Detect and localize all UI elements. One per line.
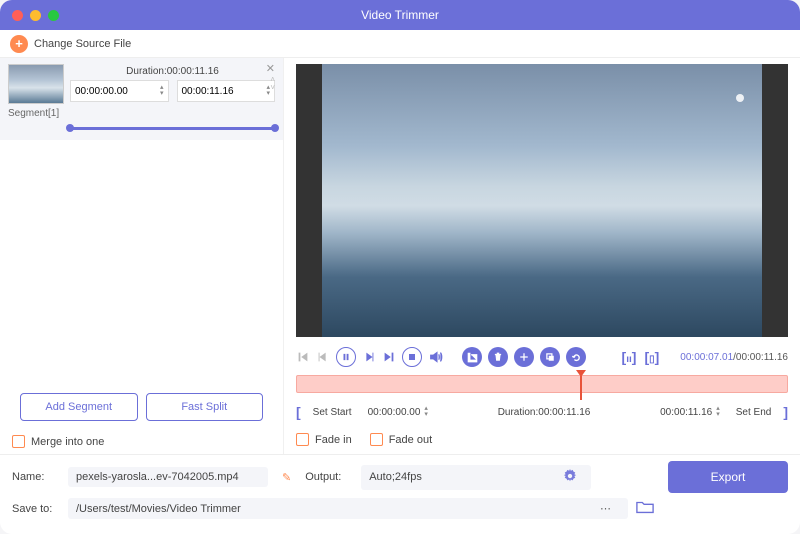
stepper-icon[interactable]: ▴▾ — [160, 85, 164, 97]
change-source-button[interactable]: Change Source File — [34, 38, 131, 50]
playback-controls: [ıı] [▯] 00:00:07.01/00:00:11.16 — [296, 343, 788, 371]
add-segment-button[interactable]: Add Segment — [20, 393, 138, 421]
export-button[interactable]: Export — [668, 461, 788, 493]
video-preview — [296, 64, 788, 337]
close-icon[interactable]: ✕ — [266, 62, 275, 75]
segment-item[interactable]: ✕ ˄˅ Duration:00:00:11.16 00:00:00.00▴▾ … — [0, 58, 283, 140]
timecode: 00:00:07.01/00:00:11.16 — [680, 352, 788, 363]
range-end-input[interactable]: 00:00:11.16▴▾ — [656, 403, 724, 421]
save-path-field[interactable]: /Users/test/Movies/Video Trimmer ⋯ — [68, 498, 628, 519]
main-area: ✕ ˄˅ Duration:00:00:11.16 00:00:00.00▴▾ … — [0, 58, 800, 454]
skip-end-icon[interactable] — [382, 350, 396, 364]
gear-icon[interactable] — [557, 469, 583, 486]
range-duration: Duration:00:00:11.16 — [438, 407, 650, 418]
checkbox-icon[interactable] — [296, 433, 309, 446]
fade-in-checkbox[interactable]: Fade in — [296, 433, 352, 446]
app-window: Video Trimmer + Change Source File ✕ ˄˅ … — [0, 0, 800, 534]
add-source-icon[interactable]: + — [10, 35, 28, 53]
bottom-bar: Name: pexels-yarosla...ev-7042005.mp4 ✎ … — [0, 454, 800, 534]
skip-start-icon[interactable] — [296, 350, 310, 364]
edit-name-icon[interactable]: ✎ — [276, 471, 297, 484]
merge-checkbox[interactable]: Merge into one — [0, 429, 283, 454]
segment-name: Segment[1] — [8, 108, 275, 119]
mark-in-icon[interactable]: [ıı] — [621, 349, 638, 365]
segment-thumbnail — [8, 64, 64, 104]
browse-icon[interactable]: ⋯ — [592, 502, 620, 515]
crop-icon[interactable] — [462, 347, 482, 367]
segment-reorder-arrows[interactable]: ˄˅ — [270, 76, 275, 92]
output-field[interactable]: Auto;24fps — [361, 465, 591, 490]
add-icon[interactable] — [514, 347, 534, 367]
fade-out-checkbox[interactable]: Fade out — [370, 433, 432, 446]
timeline-track[interactable] — [296, 375, 788, 393]
checkbox-icon[interactable] — [370, 433, 383, 446]
playhead-icon[interactable] — [576, 370, 586, 377]
pause-icon[interactable] — [336, 347, 356, 367]
segments-panel: ✕ ˄˅ Duration:00:00:11.16 00:00:00.00▴▾ … — [0, 58, 284, 454]
titlebar: Video Trimmer — [0, 0, 800, 30]
stepper-icon[interactable]: ▴▾ — [716, 406, 720, 418]
range-start-input[interactable]: 00:00:00.00▴▾ — [364, 403, 432, 421]
checkbox-icon[interactable] — [12, 435, 25, 448]
volume-icon[interactable] — [428, 350, 444, 364]
segment-duration-label: Duration:00:00:11.16 — [70, 66, 275, 77]
stop-icon[interactable] — [402, 347, 422, 367]
stepper-icon[interactable]: ▴▾ — [424, 406, 428, 418]
name-label: Name: — [12, 471, 60, 483]
segment-range-slider[interactable] — [70, 127, 275, 130]
preview-panel: [ıı] [▯] 00:00:07.01/00:00:11.16 [ Set S… — [284, 58, 800, 454]
open-folder-icon[interactable] — [636, 499, 654, 518]
filename-field[interactable]: pexels-yarosla...ev-7042005.mp4 — [68, 467, 268, 487]
set-start-button[interactable]: Set Start — [307, 404, 358, 421]
undo-icon[interactable] — [566, 347, 586, 367]
copy-icon[interactable] — [540, 347, 560, 367]
range-controls: [ Set Start 00:00:00.00▴▾ Duration:00:00… — [296, 397, 788, 427]
save-to-label: Save to: — [12, 503, 60, 515]
output-label: Output: — [305, 471, 353, 483]
fade-options: Fade in Fade out — [296, 427, 788, 454]
bracket-close-icon[interactable]: ] — [783, 404, 788, 420]
segment-end-input[interactable]: 00:00:11.16▴▾ — [177, 80, 276, 102]
next-frame-icon[interactable] — [362, 350, 376, 364]
delete-icon[interactable] — [488, 347, 508, 367]
fast-split-button[interactable]: Fast Split — [146, 393, 264, 421]
app-title: Video Trimmer — [0, 8, 800, 22]
mark-out-icon[interactable]: [▯] — [643, 349, 660, 365]
bracket-open-icon[interactable]: [ — [296, 404, 301, 420]
prev-frame-icon[interactable] — [316, 350, 330, 364]
segment-start-input[interactable]: 00:00:00.00▴▾ — [70, 80, 169, 102]
set-end-button[interactable]: Set End — [730, 404, 778, 421]
toolbar: + Change Source File — [0, 30, 800, 58]
